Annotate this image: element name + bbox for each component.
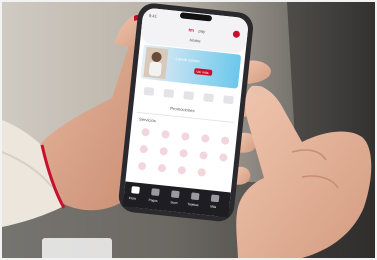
home-icon[interactable] — [131, 186, 140, 194]
photo-frame: 9:41 tm pay Home Lorem ipsum Ver más Pro… — [0, 0, 377, 260]
payments-icon[interactable] — [151, 188, 160, 196]
quick-action-icon[interactable] — [223, 95, 234, 105]
nav-label-more: Más — [210, 204, 217, 209]
cards-icon[interactable] — [191, 192, 200, 201]
nav-label-home: Inicio — [128, 196, 136, 201]
quick-action-icon[interactable] — [203, 93, 214, 102]
quick-action-icon[interactable] — [143, 87, 155, 96]
paper-object — [42, 238, 112, 258]
app-logo: tm — [188, 27, 194, 33]
banner-person-body — [148, 61, 162, 77]
photo-scene: 9:41 tm pay Home Lorem ipsum Ver más Pro… — [2, 2, 375, 258]
more-icon[interactable] — [210, 194, 220, 203]
nav-label-scan: Scan — [170, 200, 178, 205]
status-time: 9:41 — [149, 13, 158, 19]
quick-action-icon[interactable] — [163, 89, 175, 98]
scan-icon[interactable] — [171, 190, 180, 198]
quick-action-icon[interactable] — [183, 91, 194, 100]
